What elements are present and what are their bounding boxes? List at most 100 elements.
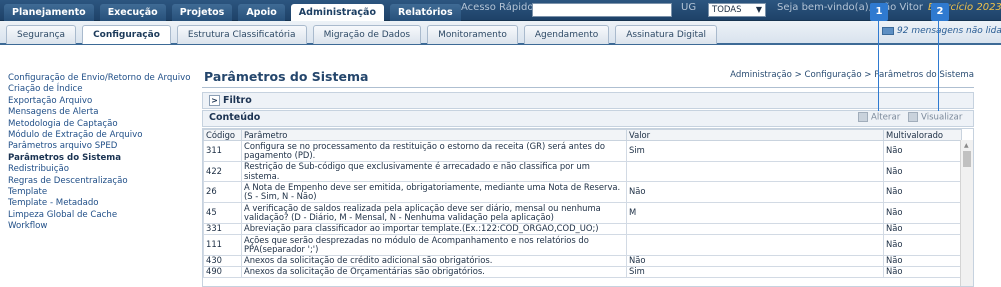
sidebar-item-template[interactable]: Template	[8, 187, 196, 198]
table-header-row: Código Parâmetro Valor Multivalorado	[203, 129, 962, 141]
table-row[interactable]: 311 Configura se no processamento da rest…	[203, 140, 962, 162]
cell-param: Anexos da solicitação de crédito adicion…	[241, 255, 627, 267]
top-nav-projetos[interactable]: Projetos	[171, 4, 233, 21]
chevron-right-icon: >	[209, 95, 220, 106]
chevron-down-icon: ▼	[755, 5, 762, 14]
table-row[interactable]: 45 A verificação de saldos realizada pela…	[203, 202, 962, 224]
sub-menu: Segurança Configuração Estrutura Classific…	[6, 25, 723, 44]
table-row[interactable]: 422 Restrição de Sub-código que exclusiva…	[203, 161, 962, 182]
cell-code: 430	[203, 255, 242, 267]
marker-2-pointer	[938, 21, 939, 111]
cell-value	[626, 223, 884, 235]
cell-param: Configura se no processamento da restitu…	[241, 140, 627, 162]
mail-icon	[882, 26, 894, 35]
cell-code: 422	[203, 161, 242, 182]
sidebar-item-criacao-de-indice[interactable]: Criação de Índice	[8, 84, 196, 95]
cell-code: 26	[203, 181, 242, 203]
cell-multi: Não	[883, 234, 962, 256]
tab-estrutura-classificatoria[interactable]: Estrutura Classificatória	[176, 25, 307, 44]
tab-agendamento[interactable]: Agendamento	[523, 25, 610, 44]
cell-multi: Não	[883, 266, 962, 278]
cell-multi: Não	[883, 161, 962, 182]
sidebar-item-redistribuicao[interactable]: Redistribuição	[8, 164, 196, 175]
tab-monitoramento[interactable]: Monitoramento	[427, 25, 518, 44]
column-header-codigo[interactable]: Código	[203, 129, 242, 141]
table-body: 311 Configura se no processamento da rest…	[203, 140, 962, 278]
marker-1: 1	[870, 3, 888, 21]
sidebar-item-modulo-de-extracao-de-arquivo[interactable]: Módulo de Extração de Arquivo	[8, 130, 196, 141]
cell-code: 111	[203, 234, 242, 256]
ug-label: UG	[681, 2, 697, 13]
sidebar-item-parametros-arquivo-sped[interactable]: Parâmetros arquivo SPED	[8, 141, 196, 152]
sidebar-item-exportacao-arquivo[interactable]: Exportação Arquivo	[8, 96, 196, 107]
scroll-thumb[interactable]	[963, 151, 971, 167]
cell-multi: Não	[883, 140, 962, 162]
sidebar-item-configuracao-de-envio-retorno-de-arquivo[interactable]: Configuração de Envio/Retorno de Arquivo	[8, 73, 196, 84]
top-nav-execucao[interactable]: Execução	[99, 4, 166, 21]
cell-param: Restrição de Sub-código que exclusivamen…	[241, 161, 627, 182]
cell-code: 331	[203, 223, 242, 235]
sidebar-item-metodologia-de-captacao[interactable]: Metodologia de Captação	[8, 119, 196, 130]
cell-param: Anexos da solicitação de Orçamentárias s…	[241, 266, 627, 278]
table-row[interactable]: 26 A Nota de Empenho deve ser emitida, ob…	[203, 181, 962, 203]
visualizar-button[interactable]: Visualizar	[908, 112, 962, 123]
tab-seguranca[interactable]: Segurança	[6, 25, 77, 44]
column-header-valor[interactable]: Valor	[626, 129, 884, 141]
top-nav-planejamento[interactable]: Planejamento	[4, 4, 94, 21]
messages-link[interactable]: 92 mensagens não lidas	[882, 26, 1001, 36]
table-row[interactable]: 331 Abreviação para classificador ao impo…	[203, 223, 962, 235]
table-row[interactable]: 490 Anexos da solicitação de Orçamentária…	[203, 266, 962, 278]
edit-icon	[858, 112, 868, 122]
cell-multi: Não	[883, 202, 962, 224]
sidebar-item-limpeza-global-de-cache[interactable]: Limpeza Global de Cache	[8, 210, 196, 221]
tab-migracao-de-dados[interactable]: Migração de Dados	[312, 25, 422, 44]
ug-select[interactable]: TODAS ▼	[708, 3, 766, 17]
cell-multi: Não	[883, 181, 962, 203]
marker-1-pointer	[878, 21, 879, 111]
title-divider	[202, 87, 974, 88]
tab-assinatura-digital[interactable]: Assinatura Digital	[615, 25, 718, 44]
alterar-button[interactable]: Alterar	[858, 112, 900, 123]
sidebar-item-mensagens-de-alerta[interactable]: Mensagens de Alerta	[8, 107, 196, 118]
sidebar-item-workflow[interactable]: Workflow	[8, 221, 196, 232]
top-bar: Planejamento Execução Projetos Apoio Adminis…	[0, 0, 1001, 22]
cell-param: A verificação de saldos realizada pela a…	[241, 202, 627, 224]
cell-value: Sim	[626, 266, 884, 278]
cell-value	[626, 234, 884, 256]
cell-value: M	[626, 202, 884, 224]
column-header-multivalorado[interactable]: Multivalorado	[883, 129, 962, 141]
quick-access-label: Acesso Rápido	[461, 2, 534, 13]
scroll-up-icon[interactable]: ▲	[964, 142, 969, 149]
welcome-text: Seja bem-vindo(a), João Vitor	[777, 2, 923, 13]
sub-menu-bar: Segurança Configuração Estrutura Classific…	[0, 21, 1001, 45]
cell-param: Abreviação para classificador ao importa…	[241, 223, 627, 235]
sidebar-item-regras-de-descentralizacao[interactable]: Regras de Descentralização	[8, 176, 196, 187]
alterar-label: Alterar	[871, 112, 901, 123]
table-scrollbar[interactable]: ▲	[960, 140, 973, 286]
tab-configuracao[interactable]: Configuração	[82, 25, 171, 44]
cell-code: 45	[203, 202, 242, 224]
cell-param: A Nota de Empenho deve ser emitida, obri…	[241, 181, 627, 203]
content-label: Conteúdo	[209, 112, 261, 123]
sidebar-item-template-metadado[interactable]: Template - Metadado	[8, 198, 196, 209]
sidebar-item-parametros-do-sistema[interactable]: Parâmetros do Sistema	[8, 153, 196, 164]
marker-2: 2	[931, 3, 949, 21]
cell-code: 311	[203, 140, 242, 162]
top-nav-apoio[interactable]: Apoio	[238, 4, 285, 21]
main-menu: Planejamento Execução Projetos Apoio Adminis…	[4, 4, 467, 22]
visualizar-label: Visualizar	[921, 112, 963, 123]
content-header: Conteúdo Alterar Visualizar	[202, 110, 974, 127]
top-nav-administracao[interactable]: Administração	[290, 4, 384, 22]
table-row[interactable]: 430 Anexos da solicitação de crédito adic…	[203, 255, 962, 267]
ug-select-value: TODAS	[712, 5, 742, 15]
parameters-table-container: Código Parâmetro Valor Multivalorado 311 Con…	[202, 128, 974, 287]
cell-multi: Não	[883, 223, 962, 235]
messages-text: 92 mensagens não lidas	[897, 26, 1001, 36]
table-row[interactable]: 111 Ações que serão desprezadas no módulo…	[203, 234, 962, 256]
sidebar: Configuração de Envio/Retorno de Arquivo…	[0, 47, 196, 287]
filter-toggle[interactable]: > Filtro	[202, 92, 974, 109]
column-header-parametro[interactable]: Parâmetro	[241, 129, 627, 141]
quick-access-input[interactable]	[532, 3, 672, 17]
cell-code: 490	[203, 266, 242, 278]
top-nav-relatorios[interactable]: Relatórios	[389, 4, 461, 21]
